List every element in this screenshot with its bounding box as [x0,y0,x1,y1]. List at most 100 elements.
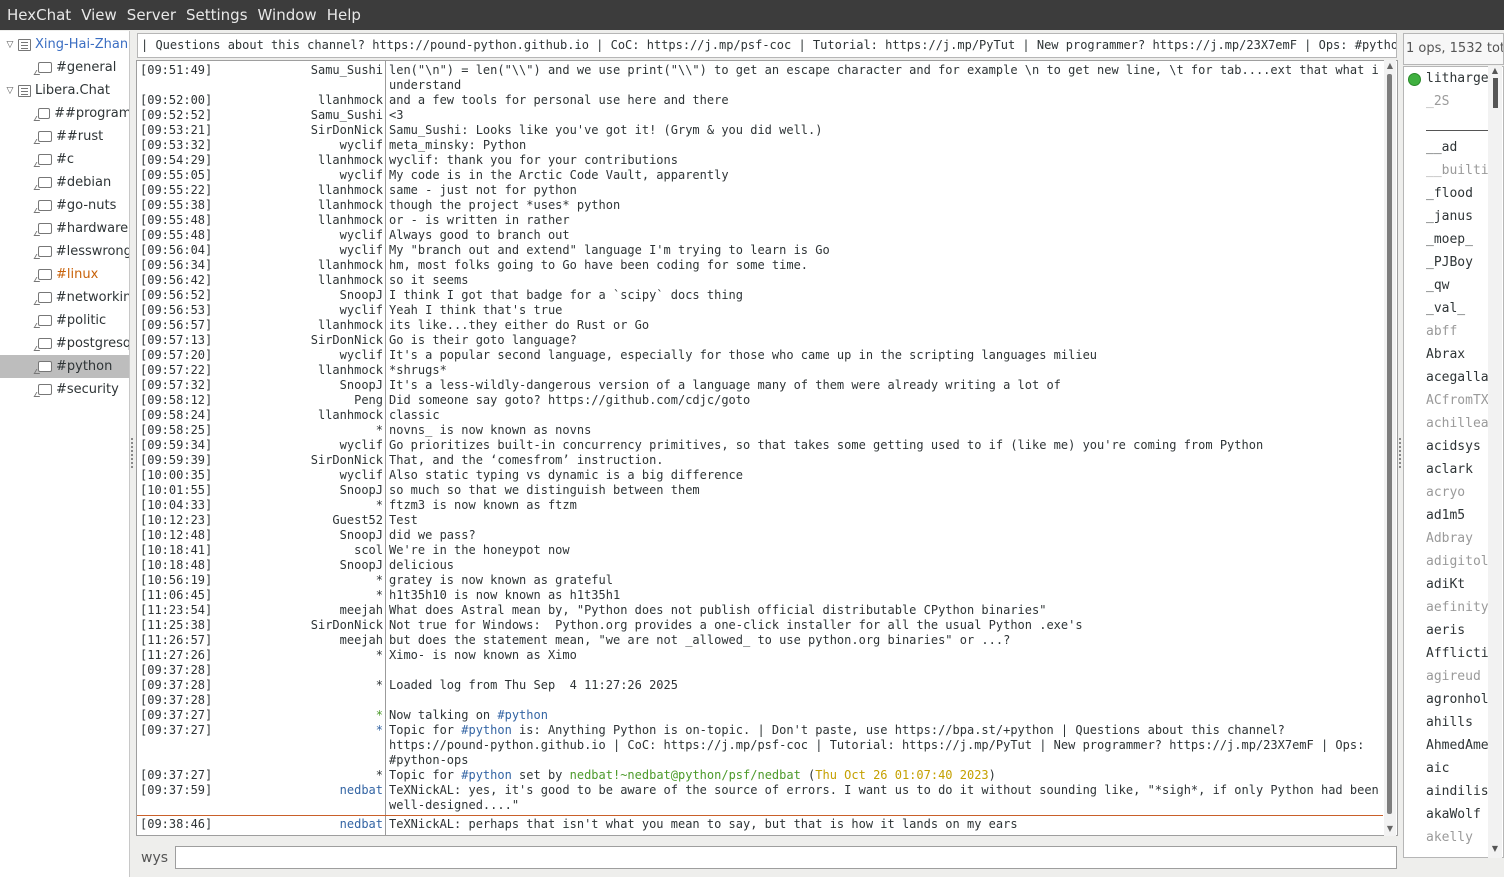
tree-item-c[interactable]: #c [0,148,129,171]
nick[interactable]: wyclif [137,228,383,243]
topic-bar[interactable]: | Questions about this channel? https://… [137,33,1397,58]
chat-scrollbar[interactable]: ▲ ▼ [1384,60,1396,836]
nick[interactable]: llanhmock [137,408,383,423]
user-item[interactable]: adigitole [1426,554,1496,569]
nick[interactable]: nedbat [137,817,383,832]
nick[interactable]: llanhmock [137,183,383,198]
userlist-resize-grip[interactable] [1399,438,1402,468]
nick[interactable]: Guest52 [137,513,383,528]
tree-resize-grip[interactable] [131,438,134,468]
user-item[interactable]: Afflictio [1426,646,1496,661]
user-item[interactable]: ad1m5 [1426,508,1465,523]
tree-item-rust[interactable]: ##rust [0,125,129,148]
nick-separator[interactable] [385,61,386,835]
tree-item-general[interactable]: #general [0,56,129,79]
nick[interactable]: llanhmock [137,258,383,273]
nick[interactable]: llanhmock [137,93,383,108]
user-scroll-thumb[interactable] [1493,78,1498,108]
nick[interactable]: llanhmock [137,198,383,213]
nick[interactable]: SnoopJ [137,528,383,543]
user-item[interactable]: aclark [1426,462,1473,477]
nick[interactable]: SirDonNick [137,333,383,348]
nick[interactable]: llanhmock [137,153,383,168]
message-input[interactable] [175,846,1397,869]
expander-icon[interactable]: ▽ [2,86,18,96]
user-item[interactable]: akelly [1426,830,1473,845]
menu-settings[interactable]: Settings [181,0,253,30]
nick[interactable]: scol [137,543,383,558]
expander-icon[interactable]: ▽ [2,40,18,50]
nick[interactable]: * [137,423,383,438]
user-item[interactable]: _qw [1426,278,1449,293]
nick[interactable]: SirDonNick [137,618,383,633]
chat-scroll-thumb[interactable] [1387,74,1392,814]
nick[interactable]: wyclif [137,438,383,453]
user-item[interactable]: adiKt [1426,577,1465,592]
tree-item-xinghaizhan[interactable]: ▽ Xing-Hai-Zhan [0,33,129,56]
nick[interactable]: Peng [137,393,383,408]
tree-item-lesswrong[interactable]: #lesswrong [0,240,129,263]
user-item[interactable]: aefinity [1426,600,1489,615]
nick[interactable]: SirDonNick [137,453,383,468]
nick[interactable]: * [137,708,383,723]
tree-item-programm[interactable]: ##programm [0,102,129,125]
tree-item-liberachat[interactable]: ▽ Libera.Chat [0,79,129,102]
nick[interactable]: wyclif [137,468,383,483]
nick[interactable]: wyclif [137,303,383,318]
tree-item-debian[interactable]: #debian [0,171,129,194]
user-item[interactable]: agronholm [1426,692,1496,707]
tree-item-python[interactable]: #python [0,355,129,378]
user-item[interactable]: AhmedAmer [1426,738,1496,753]
nick[interactable]: llanhmock [137,363,383,378]
tree-item-networkin[interactable]: #networkin [0,286,129,309]
user-item[interactable]: __ad [1426,140,1457,155]
nick[interactable]: wyclif [137,348,383,363]
user-scroll-up-icon[interactable]: ▲ [1490,66,1500,75]
nick[interactable]: Samu_Sushi [137,63,383,78]
user-item[interactable]: _flood [1426,186,1473,201]
user-item[interactable]: ahills [1426,715,1473,730]
nick[interactable]: * [137,498,383,513]
user-item[interactable]: _moep_ [1426,232,1473,247]
scroll-down-icon[interactable]: ▼ [1385,824,1395,834]
user-item[interactable]: _val_ [1426,301,1465,316]
nick[interactable]: * [137,768,383,783]
user-item[interactable]: akaWolf [1426,807,1481,822]
scroll-up-icon[interactable]: ▲ [1385,61,1395,71]
menu-help[interactable]: Help [322,0,366,30]
user-item[interactable]: ACfromTX [1426,393,1489,408]
nick[interactable]: SnoopJ [137,483,383,498]
tree-item-hardware[interactable]: #hardware [0,217,129,240]
user-scroll-down-icon[interactable]: ▼ [1490,844,1500,853]
nick[interactable]: SirDonNick [137,123,383,138]
nick[interactable]: llanhmock [137,318,383,333]
menu-server[interactable]: Server [122,0,181,30]
user-item[interactable]: _PJBoy [1426,255,1473,270]
user-item[interactable]: agireud [1426,669,1481,684]
nick[interactable]: SnoopJ [137,378,383,393]
user-item[interactable]: litharge [1426,71,1489,86]
user-scrollbar[interactable]: ▲ ▼ [1488,66,1502,858]
nick[interactable]: Samu_Sushi [137,108,383,123]
user-item[interactable]: achilleas [1426,416,1496,431]
nick[interactable]: * [137,573,383,588]
nick[interactable]: nedbat [137,783,383,798]
user-item[interactable]: __builtin [1426,163,1496,178]
user-item[interactable]: _janus [1426,209,1473,224]
user-item[interactable]: aeris [1426,623,1465,638]
nick[interactable]: * [137,678,383,693]
tree-item-linux[interactable]: #linux [0,263,129,286]
nick[interactable]: SnoopJ [137,288,383,303]
user-item[interactable]: _2S [1426,94,1449,109]
nick[interactable]: wyclif [137,138,383,153]
user-item[interactable]: acryo [1426,485,1465,500]
user-item[interactable]: acidsys [1426,439,1481,454]
tree-item-postgresq[interactable]: #postgresq [0,332,129,355]
nick[interactable]: * [137,588,383,603]
tree-item-gonuts[interactable]: #go-nuts [0,194,129,217]
nick[interactable]: llanhmock [137,213,383,228]
nick[interactable]: SnoopJ [137,558,383,573]
tree-item-security[interactable]: #security [0,378,129,401]
nick[interactable]: meejah [137,633,383,648]
nick[interactable]: wyclif [137,168,383,183]
